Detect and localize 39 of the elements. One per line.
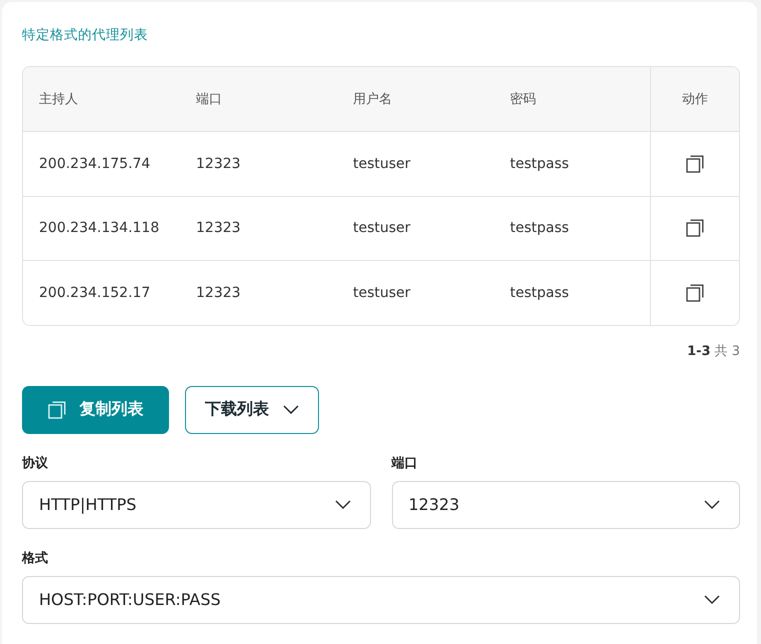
table-cell: testuser xyxy=(353,220,410,236)
field-label: 格式 xyxy=(22,550,49,566)
pagination-total: 共 3 xyxy=(714,342,740,360)
chevron-down-icon xyxy=(704,500,720,509)
field-label: 协议 xyxy=(22,456,49,472)
table-cell: testpass xyxy=(510,220,569,236)
field-label: 端口 xyxy=(392,456,418,472)
download-list-button[interactable]: 下载列表 xyxy=(185,386,319,434)
column-header: 用户名 xyxy=(353,91,392,108)
chevron-down-icon xyxy=(704,595,720,604)
copy-row-button[interactable] xyxy=(686,154,704,173)
chevron-down-icon xyxy=(334,500,350,509)
table-cell: testuser xyxy=(353,156,410,172)
table-cell: 200.234.152.17 xyxy=(39,284,150,301)
copy-row-button[interactable] xyxy=(686,219,704,238)
copy-icon xyxy=(686,154,704,173)
column-header: 动作 xyxy=(682,91,708,108)
column-header: 端口 xyxy=(196,91,222,108)
table-cell: 12323 xyxy=(196,220,241,236)
table-cell: 200.234.134.118 xyxy=(39,220,160,236)
table-cell: 12323 xyxy=(196,284,241,301)
table-cell: 200.234.175.74 xyxy=(39,156,150,172)
copy-icon xyxy=(686,219,704,238)
copy-list-button[interactable]: 复制列表 xyxy=(22,386,169,434)
copy-icon xyxy=(686,284,704,302)
section-title: 特定格式的代理列表 xyxy=(22,26,149,44)
table-cell: testpass xyxy=(510,284,569,301)
table-cell: testpass xyxy=(510,156,569,172)
select-field[interactable]: HTTP|HTTPS xyxy=(22,480,370,528)
copy-icon xyxy=(48,400,66,418)
chevron-down-icon xyxy=(283,405,299,414)
select-field[interactable]: 12323 xyxy=(392,480,740,528)
copy-row-button[interactable] xyxy=(686,284,704,302)
column-header: 主持人 xyxy=(39,91,78,108)
table-cell: 12323 xyxy=(196,156,241,172)
table-cell: testuser xyxy=(353,284,410,301)
column-header: 密码 xyxy=(510,91,536,108)
pagination-range: 1-3 xyxy=(687,342,711,360)
select-field[interactable]: HOST:PORT:USER:PASS xyxy=(22,576,740,624)
